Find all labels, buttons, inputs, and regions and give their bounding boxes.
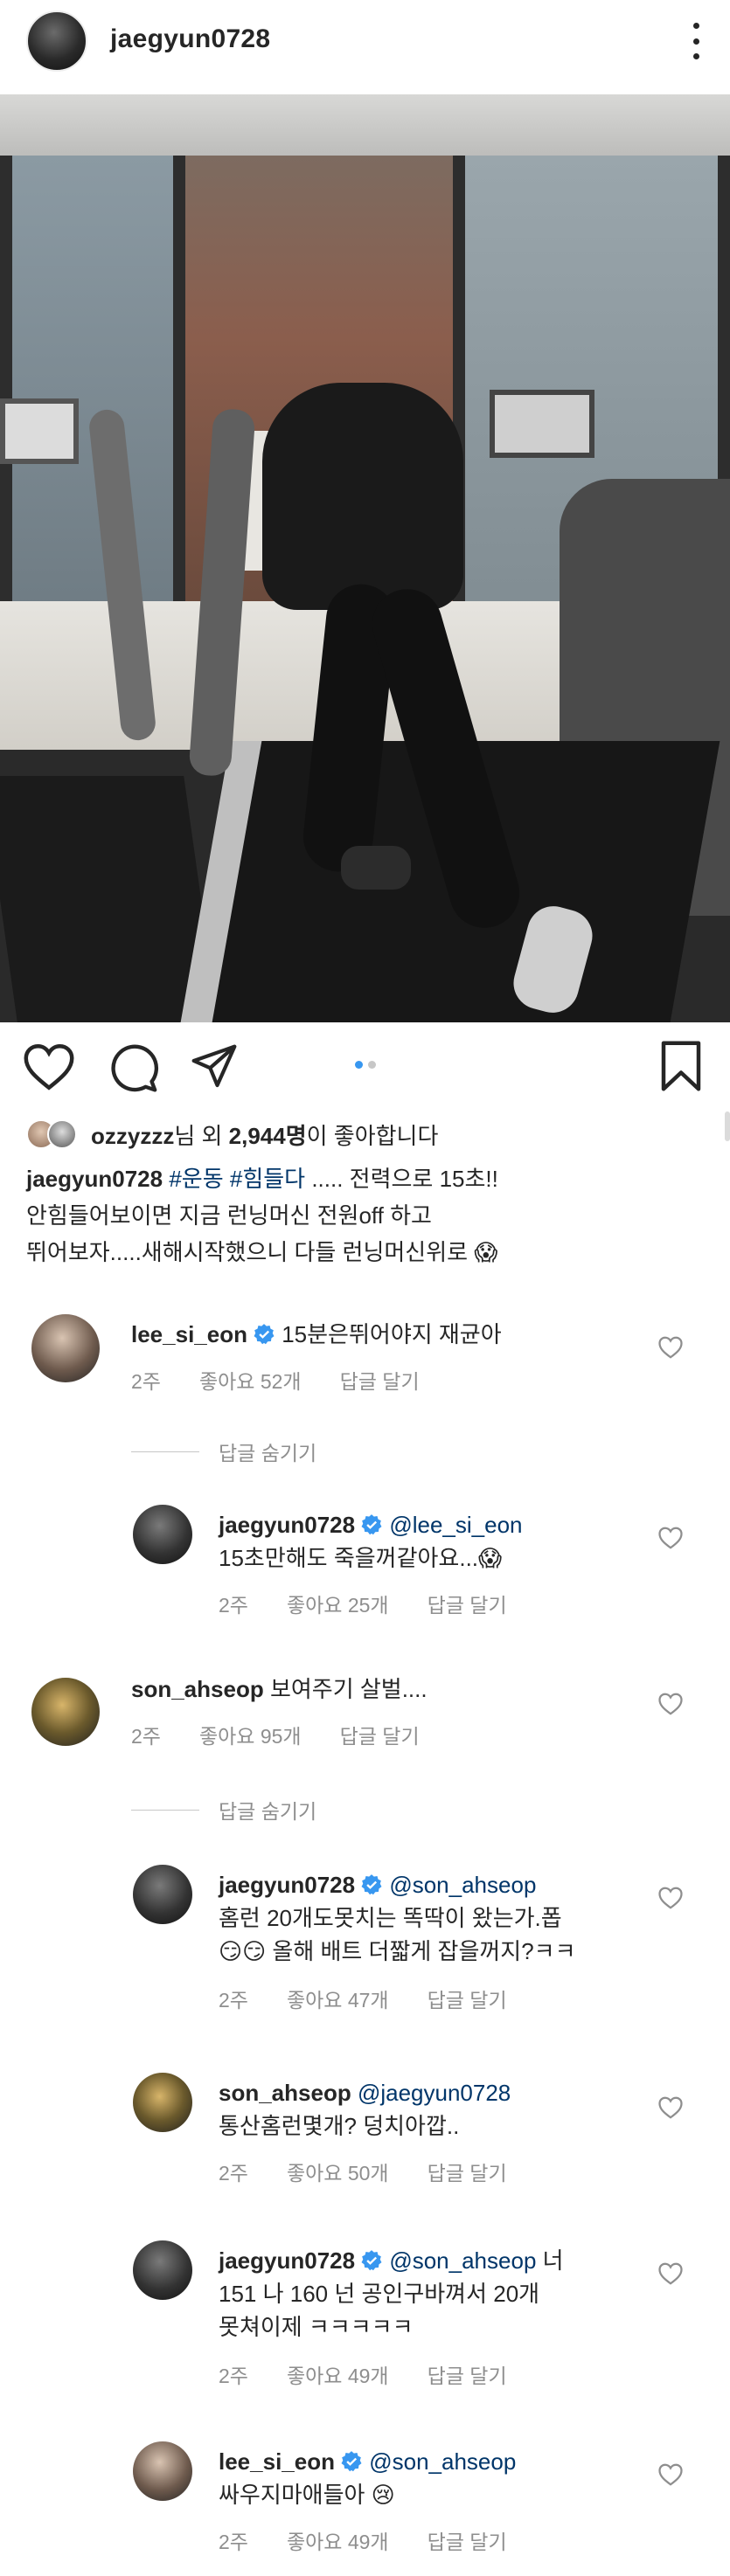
comment-username[interactable]: jaegyun0728 xyxy=(219,2247,355,2274)
reply-button[interactable]: 답글 달기 xyxy=(428,2525,507,2555)
avatar[interactable] xyxy=(133,2240,192,2300)
mention-link[interactable]: @jaegyun0728 xyxy=(358,2080,511,2106)
reply-button[interactable]: 답글 달기 xyxy=(428,1589,507,1618)
post-caption: jaegyun0728 #운동 #힘들다 ..... 전력으로 15초!! 안힘… xyxy=(26,1166,498,1265)
comment-reply: jaegyun0728 @son_ahseop 홈런 20개도못치는 똑딱이 왔… xyxy=(0,1861,730,2027)
bookmark-icon[interactable] xyxy=(659,1040,703,1092)
post-username[interactable]: jaegyun0728 xyxy=(110,24,270,54)
comment-likes[interactable]: 좋아요 49개 xyxy=(287,2525,389,2555)
comment-likes[interactable]: 좋아요 52개 xyxy=(199,1365,302,1395)
likes-summary[interactable]: ozzyzzz님 외 2,944명이 좋아합니다 xyxy=(26,1115,438,1153)
verified-icon xyxy=(341,2451,362,2472)
verified-icon xyxy=(361,2250,382,2271)
post-photo[interactable] xyxy=(0,94,730,1022)
comment-reply: jaegyun0728 @son_ahseop 너 151 나 160 넌 공인… xyxy=(0,2237,730,2403)
comment-username[interactable]: jaegyun0728 xyxy=(219,1512,355,1538)
comment-likes[interactable]: 좋아요 47개 xyxy=(287,1984,389,2013)
avatar[interactable] xyxy=(31,1314,100,1382)
comment-likes[interactable]: 좋아요 50개 xyxy=(287,2157,389,2186)
heart-icon[interactable] xyxy=(657,1526,684,1550)
avatar[interactable] xyxy=(133,2073,192,2132)
heart-icon[interactable] xyxy=(657,2095,684,2120)
comment-username[interactable]: lee_si_eon xyxy=(131,1321,247,1347)
mention-link[interactable]: @son_ahseop xyxy=(389,2247,536,2274)
comment-reply: jaegyun0728 @lee_si_eon 15초만해도 죽을꺼같아요...… xyxy=(0,1501,730,1632)
comment-likes[interactable]: 좋아요 95개 xyxy=(199,1720,302,1749)
more-icon[interactable] xyxy=(692,23,700,59)
heart-icon[interactable] xyxy=(657,1692,684,1716)
heart-icon[interactable] xyxy=(657,2261,684,2286)
comment-reply: lee_si_eon @son_ahseop 싸우지마애들아 😢 2주 좋아요 … xyxy=(0,2438,730,2569)
comment-username[interactable]: jaegyun0728 xyxy=(219,1872,355,1898)
comment-icon[interactable] xyxy=(108,1042,159,1093)
reply-button[interactable]: 답글 달기 xyxy=(428,1984,507,2013)
comment-likes[interactable]: 좋아요 25개 xyxy=(287,1589,389,1618)
comment-username[interactable]: son_ahseop xyxy=(219,2080,351,2106)
heart-icon[interactable] xyxy=(23,1042,75,1091)
comment: son_ahseop 보여주기 살벌.... 2주 좋아요 95개 답글 달기 xyxy=(0,1665,730,1762)
carousel-dots xyxy=(348,1061,383,1070)
reply-button[interactable]: 답글 달기 xyxy=(428,2157,507,2186)
hashtag[interactable]: #힘들다 xyxy=(230,1166,305,1192)
mention-link[interactable]: @son_ahseop xyxy=(369,2448,516,2475)
reply-button[interactable]: 답글 달기 xyxy=(428,2359,507,2389)
caption-username[interactable]: jaegyun0728 xyxy=(26,1166,163,1192)
likes-text: ozzyzzz님 외 2,944명이 좋아합니다 xyxy=(91,1122,439,1149)
reply-button[interactable]: 답글 달기 xyxy=(340,1365,420,1395)
share-icon[interactable] xyxy=(189,1042,240,1091)
heart-icon[interactable] xyxy=(657,2462,684,2487)
heart-icon[interactable] xyxy=(657,1886,684,1910)
avatar[interactable] xyxy=(133,1505,192,1564)
comment: lee_si_eon 15분은뛰어야지 재균아 2주 좋아요 52개 답글 달기 xyxy=(0,1311,730,1407)
avatar[interactable] xyxy=(26,10,87,72)
hide-replies-button[interactable]: 답글 숨기기 xyxy=(131,1437,316,1466)
avatar[interactable] xyxy=(133,1865,192,1924)
comment-username[interactable]: lee_si_eon xyxy=(219,2448,335,2475)
hashtag[interactable]: #운동 xyxy=(169,1166,223,1192)
mention-link[interactable]: @son_ahseop xyxy=(389,1872,536,1898)
verified-icon xyxy=(254,1324,275,1345)
heart-icon[interactable] xyxy=(657,1335,684,1360)
reply-button[interactable]: 답글 달기 xyxy=(340,1720,420,1749)
comment-reply: son_ahseop @jaegyun0728 통산홈런몇개? 덩치아깝.. 2… xyxy=(0,2069,730,2200)
verified-icon xyxy=(361,1874,382,1895)
avatar[interactable] xyxy=(133,2441,192,2501)
comment-likes[interactable]: 좋아요 49개 xyxy=(287,2359,389,2389)
comment-username[interactable]: son_ahseop xyxy=(131,1676,264,1702)
avatar xyxy=(47,1119,77,1149)
mention-link[interactable]: @lee_si_eon xyxy=(389,1512,522,1538)
verified-icon xyxy=(361,1514,382,1535)
scrollbar[interactable] xyxy=(725,1111,730,1141)
post-header: jaegyun0728 xyxy=(0,0,730,94)
avatar[interactable] xyxy=(31,1678,100,1746)
hide-replies-button[interactable]: 답글 숨기기 xyxy=(131,1795,316,1825)
